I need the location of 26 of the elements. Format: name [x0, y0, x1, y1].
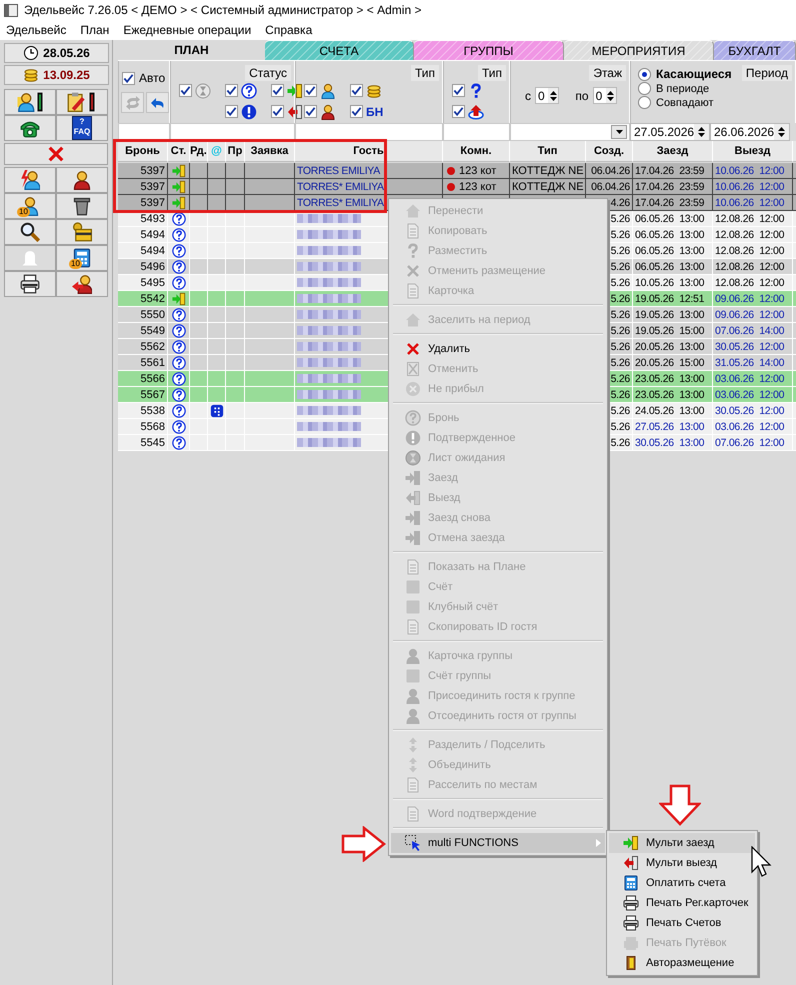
table-cell: 5545: [118, 435, 168, 451]
checkbox-label: Авто: [139, 71, 166, 85]
option-label: Касающиеся: [656, 67, 732, 81]
table-cell: 30.05.26 13:00: [633, 435, 713, 451]
type-label: БН: [366, 104, 384, 118]
date-label: 28.05.26: [43, 46, 90, 60]
field-label: по: [575, 88, 589, 102]
field-label: с: [525, 88, 531, 102]
group-label: Тип: [478, 65, 506, 81]
group-label: Статус: [245, 65, 291, 81]
group-label: Период: [742, 65, 792, 81]
group-label: Тип: [410, 65, 439, 81]
group-label: Этаж: [589, 65, 626, 81]
table-cell: КОТТЕДЖ NE: [512, 164, 584, 176]
table-cell: 5397: [118, 195, 168, 211]
window-title: Эдельвейс 7.26.05 < ДЕМО > < Системный администратор > < Admin >: [24, 3, 422, 17]
option-label: В периоде: [656, 82, 710, 94]
count-badge: 10: [69, 259, 82, 269]
date-label: 13.09.25: [43, 68, 90, 82]
faq-icon: ? FAQ: [72, 116, 92, 140]
table-cell: 123 кот: [459, 180, 496, 192]
table-cell: КОТТЕДЖ NE: [512, 180, 584, 192]
table-cell: 123 кот: [459, 164, 496, 176]
table-cell: 07.06.26 12:00: [713, 435, 793, 451]
count-badge: 10: [17, 207, 30, 217]
option-label: Совпадают: [656, 96, 714, 108]
